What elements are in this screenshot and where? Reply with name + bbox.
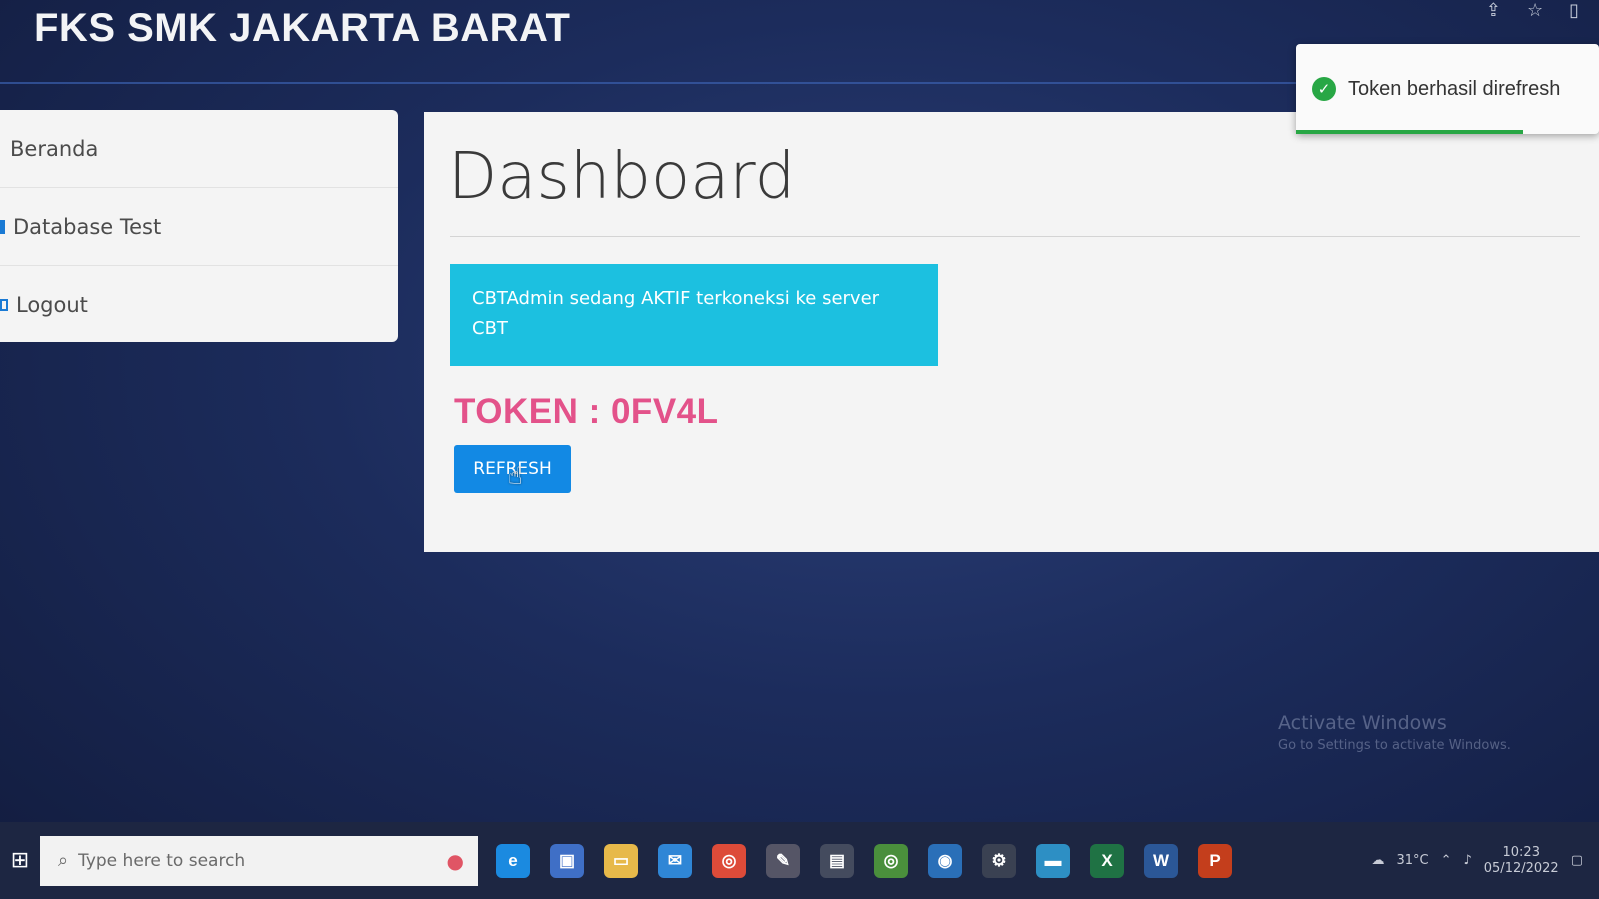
clock-date: 05/12/2022 <box>1483 860 1559 876</box>
explorer-icon[interactable]: ▭ <box>604 843 638 878</box>
status-alert: CBTAdmin sedang AKTIF terkoneksi ke serv… <box>450 264 938 366</box>
sidebar-item-label: Beranda <box>10 136 99 161</box>
app-title: FKS SMK JAKARTA BARAT <box>34 6 571 50</box>
activation-watermark: Activate Windows Go to Settings to activ… <box>1278 712 1511 753</box>
taskbar: ⊞ ⌕ Type here to search ● e ▣ ▭ ✉ ◎ ✎ ▤ … <box>0 822 1599 899</box>
word-icon[interactable]: W <box>1144 843 1178 878</box>
clock-time: 10:23 <box>1502 844 1540 860</box>
store-icon[interactable]: ▣ <box>550 843 584 878</box>
chrome-icon[interactable]: ◎ <box>712 843 746 878</box>
pen-icon[interactable]: ✎ <box>766 843 800 878</box>
settings-icon[interactable]: ⚙ <box>982 843 1016 878</box>
hand-cursor-icon: ☝ <box>508 462 523 490</box>
share-icon[interactable]: ⇪ <box>1486 0 1501 21</box>
title-divider <box>450 236 1580 237</box>
sidebar-item-database-test[interactable]: Database Test <box>0 188 398 266</box>
toast-notification[interactable]: ✓ Token berhasil direfresh <box>1296 44 1599 134</box>
clock[interactable]: 10:23 05/12/2022 <box>1484 845 1559 877</box>
sidebar-item-label: Database Test <box>13 214 162 239</box>
tray-chevron-icon[interactable]: ⌃ <box>1441 853 1452 868</box>
excel-icon[interactable]: X <box>1090 843 1124 878</box>
weather-icon[interactable]: ☁ <box>1371 853 1384 868</box>
search-placeholder: Type here to search <box>78 850 246 871</box>
database-icon <box>0 219 5 234</box>
terminal-icon[interactable]: ▤ <box>820 843 854 878</box>
chrome-alt-icon[interactable]: ◎ <box>874 843 908 878</box>
sidebar-item-beranda[interactable]: Beranda <box>0 110 398 188</box>
app-icon[interactable]: ▬ <box>1036 843 1070 878</box>
token-display: TOKEN : 0FV4L <box>454 392 719 431</box>
toast-progress-bar <box>1296 130 1524 134</box>
taskbar-apps: e ▣ ▭ ✉ ◎ ✎ ▤ ◎ ◉ ⚙ ▬ X W P <box>496 843 1232 878</box>
powerpoint-icon[interactable]: P <box>1198 843 1232 878</box>
volume-icon[interactable]: ♪ <box>1463 853 1471 868</box>
search-icon: ⌕ <box>58 850 69 871</box>
sidebar: Beranda Database Test Logout <box>0 110 398 342</box>
watermark-subtitle: Go to Settings to activate Windows. <box>1278 738 1511 753</box>
sidebar-item-logout[interactable]: Logout <box>0 266 398 343</box>
star-icon[interactable]: ☆ <box>1527 0 1543 21</box>
taskbar-search[interactable]: ⌕ Type here to search ● <box>40 835 478 886</box>
dashboard-panel: Dashboard CBTAdmin sedang AKTIF terkonek… <box>424 112 1599 552</box>
mail-icon[interactable]: ✉ <box>658 843 692 878</box>
browser-toolbar: ⇪ ☆ ▯ <box>1486 0 1579 21</box>
edge-icon[interactable]: e <box>496 843 530 878</box>
search-highlight-icon: ● <box>446 848 464 873</box>
toast-message: Token berhasil direfresh <box>1348 77 1561 100</box>
watermark-title: Activate Windows <box>1278 712 1447 734</box>
windows-start-icon[interactable]: ⊞ <box>0 841 40 881</box>
temperature: 31°C <box>1396 853 1429 868</box>
page-title: Dashboard <box>448 140 796 214</box>
check-circle-icon: ✓ <box>1312 77 1336 101</box>
sidebar-item-label: Logout <box>16 292 88 317</box>
logout-icon <box>0 298 8 311</box>
window-icon[interactable]: ▯ <box>1569 0 1579 21</box>
system-tray: ☁ 31°C ⌃ ♪ 10:23 05/12/2022 ▢ <box>1371 845 1583 877</box>
browser-icon[interactable]: ◉ <box>928 843 962 878</box>
notification-icon[interactable]: ▢ <box>1571 853 1583 868</box>
